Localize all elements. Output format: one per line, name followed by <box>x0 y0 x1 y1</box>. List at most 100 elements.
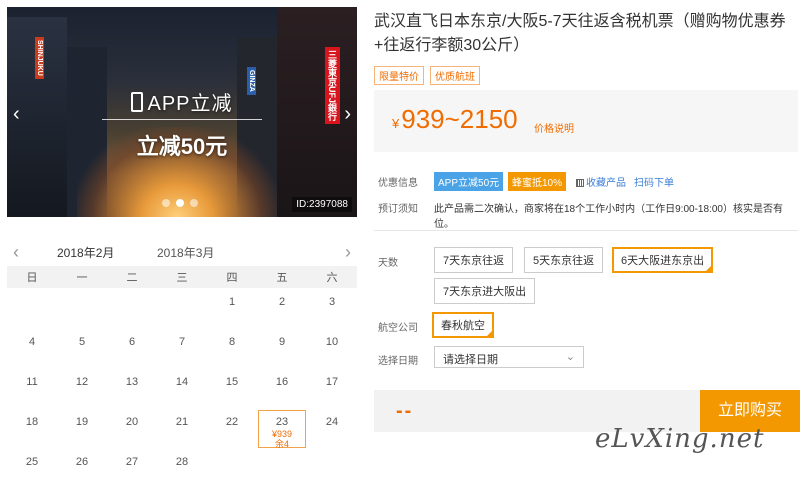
calendar-week-row: 11 12 13 14 15 16 17 <box>7 368 357 408</box>
calendar-header: ‹ 2018年2月 2018年3月 › <box>7 238 357 270</box>
carousel-dot[interactable] <box>190 199 198 207</box>
calendar-day-number: 16 <box>275 376 289 388</box>
calendar-day[interactable]: 25 <box>7 448 57 488</box>
calendar-day[interactable]: 17 <box>307 368 357 408</box>
calendar-day-price: ¥939 <box>271 429 293 439</box>
carousel-dot[interactable] <box>162 199 170 207</box>
calendar-day[interactable]: 1 <box>207 288 257 328</box>
tab-month-mar[interactable]: 2018年3月 <box>157 244 214 261</box>
calendar-day[interactable]: 26 <box>57 448 107 488</box>
calendar-day-cell: 28 <box>158 456 206 486</box>
calendar-day[interactable]: 10 <box>307 328 357 368</box>
calendar-day[interactable]: 18 <box>7 408 57 448</box>
calendar-day-number: 23 <box>275 416 289 428</box>
chevron-down-icon: ⌄ <box>565 351 575 363</box>
calendar-day-cell: 14 <box>158 376 206 406</box>
date-select[interactable]: 请选择日期 ⌄ <box>434 346 584 368</box>
calendar-day-number: 4 <box>28 336 36 348</box>
calendar-day[interactable]: 7 <box>157 328 207 368</box>
calendar-day[interactable]: 28 <box>157 448 207 488</box>
calendar-week-row: 4 5 6 7 8 9 10 <box>7 328 357 368</box>
calendar-day[interactable]: 16 <box>257 368 307 408</box>
collect-product-link[interactable]: 收藏产品 <box>576 174 626 189</box>
calendar-day-cell: 5 <box>58 336 106 366</box>
calendar-empty-day <box>7 288 57 328</box>
collect-product-label: 收藏产品 <box>586 178 626 189</box>
photo-id-label: ID:2397088 <box>292 197 352 212</box>
calendar-day-cell: 8 <box>208 336 256 366</box>
calendar-day[interactable]: 23 ¥939 余4 <box>257 408 307 449</box>
calendar-day[interactable]: 5 <box>57 328 107 368</box>
calendar-day[interactable]: 3 <box>307 288 357 328</box>
calendar-day-cell: 18 <box>8 416 56 446</box>
days-option-7-tokyo-osaka[interactable]: 7天东京进大阪出 <box>434 278 536 304</box>
overlay-divider <box>102 119 262 120</box>
weekday-fri: 五 <box>257 266 307 288</box>
calendar-day[interactable]: 6 <box>107 328 157 368</box>
calendar-day-cell: 11 <box>8 376 56 406</box>
calendar-day-number: 25 <box>25 456 39 468</box>
calendar-day-number: 8 <box>228 336 236 348</box>
notice-label: 预订须知 <box>378 204 418 215</box>
calendar-prev-icon[interactable]: ‹ <box>13 242 19 263</box>
weekday-sat: 六 <box>307 266 357 288</box>
calendar-day[interactable]: 11 <box>7 368 57 408</box>
price-explain-link[interactable]: 价格说明 <box>534 120 574 135</box>
days-option-5-tokyo[interactable]: 5天东京往返 <box>524 247 604 273</box>
calendar-day[interactable]: 27 <box>107 448 157 488</box>
calendar-day-cell: 16 <box>258 376 306 406</box>
product-photo-carousel[interactable]: 三菱東京UFJ銀行 SHINJUKU GINZA APP立减 立减50元 ‹ ›… <box>7 7 357 217</box>
calendar-day[interactable]: 12 <box>57 368 107 408</box>
calendar-day-number: 26 <box>75 456 89 468</box>
calendar-day-number: 10 <box>325 336 339 348</box>
calendar-day[interactable]: 9 <box>257 328 307 368</box>
calendar-grid: 日 一 二 三 四 五 六 1 2 3 4 5 6 7 8 9 10 11 12 13 14 15 16 17 1… <box>7 266 357 488</box>
calendar-day-number: 6 <box>128 336 136 348</box>
calendar-day-number: 13 <box>125 376 139 388</box>
calendar-empty-day <box>307 448 357 488</box>
scan-order-link[interactable]: 扫码下单 <box>634 174 674 189</box>
carousel-prev-icon[interactable]: ‹ <box>13 103 20 126</box>
calendar-day-cell <box>308 456 356 486</box>
calendar-day[interactable]: 14 <box>157 368 207 408</box>
sign-shinjuku: SHINJUKU <box>35 37 44 79</box>
calendar-day[interactable]: 4 <box>7 328 57 368</box>
calendar-day[interactable]: 19 <box>57 408 107 448</box>
calendar-day-cell <box>258 456 306 486</box>
calendar-day-cell: 27 <box>108 456 156 486</box>
calendar-day[interactable]: 15 <box>207 368 257 408</box>
app-discount-overlay: APP立减 <box>7 87 357 116</box>
calendar-day-number: 21 <box>175 416 189 428</box>
calendar-next-icon[interactable]: › <box>345 242 351 263</box>
calendar-empty-day <box>257 448 307 488</box>
tag-quality-flight: 优质航班 <box>430 66 480 85</box>
airline-label: 航空公司 <box>378 323 418 334</box>
calendar-day[interactable]: 21 <box>157 408 207 448</box>
days-label: 天数 <box>378 258 398 269</box>
calendar-day[interactable]: 13 <box>107 368 157 408</box>
calendar-day-number: 15 <box>225 376 239 388</box>
calendar-day-number: 18 <box>25 416 39 428</box>
notice-text: 此产品需二次确认，商家将在18个工作小时内（工作日9:00-18:00）核实是否… <box>434 204 783 230</box>
calendar-day[interactable]: 20 <box>107 408 157 448</box>
days-option-7-tokyo[interactable]: 7天东京往返 <box>434 247 514 273</box>
calendar-day-cell: 19 <box>58 416 106 446</box>
calendar-day[interactable]: 24 <box>307 408 357 448</box>
carousel-next-icon[interactable]: › <box>344 103 351 126</box>
calendar-body: 1 2 3 4 5 6 7 8 9 10 11 12 13 14 15 16 17 18 19 20 21 22 23 ¥93… <box>7 288 357 488</box>
calendar-day[interactable]: 8 <box>207 328 257 368</box>
calendar-day-cell: 25 <box>8 456 56 486</box>
calendar-day-cell: 1 <box>208 296 256 326</box>
airline-option-spring[interactable]: 春秋航空 <box>432 312 494 338</box>
calendar-day-number: 1 <box>228 296 236 308</box>
weekday-sun: 日 <box>7 266 57 288</box>
calendar-day-cell: 23 ¥939 余4 <box>258 410 306 449</box>
qr-code-icon <box>576 179 584 187</box>
calendar-day[interactable]: 22 <box>207 408 257 448</box>
calendar-day-cell: 26 <box>58 456 106 486</box>
calendar-day-cell: 7 <box>158 336 206 366</box>
calendar-day-cell: 20 <box>108 416 156 446</box>
days-option-6-osaka-tokyo[interactable]: 6天大阪进东京出 <box>612 247 714 273</box>
carousel-dot-active[interactable] <box>176 199 184 207</box>
calendar-day[interactable]: 2 <box>257 288 307 328</box>
